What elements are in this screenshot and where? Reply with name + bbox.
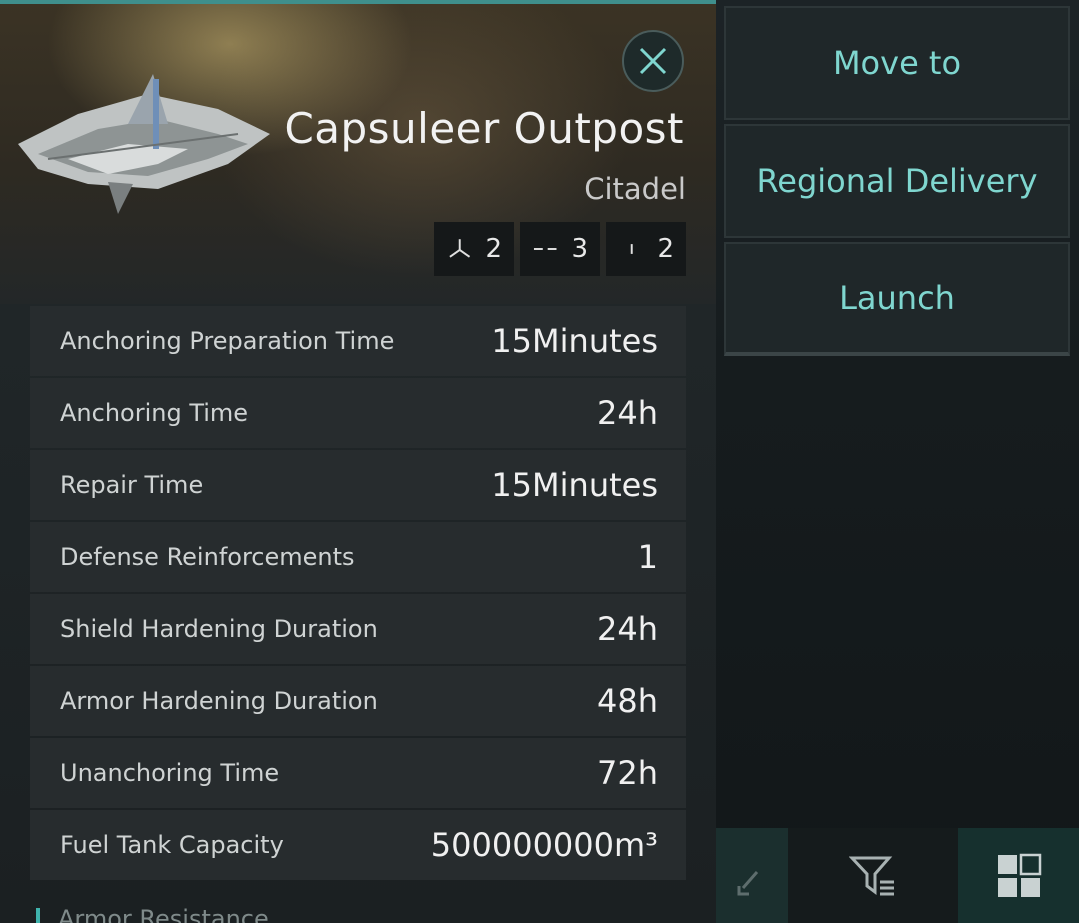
bottom-toolbar — [716, 828, 1079, 923]
launch-button[interactable]: Launch — [724, 242, 1070, 356]
attribute-row: Anchoring Preparation Time 15Minutes — [30, 306, 686, 376]
attribute-value: 72h — [597, 754, 658, 792]
edit-icon — [737, 870, 759, 895]
attribute-row: Unanchoring Time 72h — [30, 738, 686, 808]
attribute-row: Armor Hardening Duration 48h — [30, 666, 686, 736]
attribute-label: Unanchoring Time — [60, 759, 280, 787]
attribute-label: Anchoring Time — [60, 399, 249, 427]
move-to-button[interactable]: Move to — [724, 6, 1070, 120]
attribute-row: Anchoring Time 24h — [30, 378, 686, 448]
attribute-label: Defense Reinforcements — [60, 543, 355, 571]
close-icon — [639, 47, 667, 75]
attribute-row: Fuel Tank Capacity 500000000m³ — [30, 810, 686, 880]
slot-mid: 3 — [520, 222, 600, 276]
action-menu: Move to Regional Delivery Launch — [724, 6, 1070, 356]
item-category: Citadel — [584, 172, 686, 206]
attribute-row: Shield Hardening Duration 24h — [30, 594, 686, 664]
attribute-value: 1 — [637, 538, 658, 576]
dash-line-icon — [533, 248, 557, 250]
grid-view-button[interactable] — [958, 828, 1079, 923]
item-info-panel: Capsuleer Outpost Citadel 2 3 2 Anchorin… — [0, 0, 716, 923]
attribute-label: Armor Hardening Duration — [60, 687, 378, 715]
item-title: Capsuleer Outpost — [284, 104, 684, 153]
attribute-value: 24h — [597, 610, 658, 648]
attribute-label: Repair Time — [60, 471, 204, 499]
section-header-armor-resistance[interactable]: Armor Resistance — [36, 904, 269, 923]
attribute-value: 48h — [597, 682, 658, 720]
filter-icon — [849, 856, 894, 895]
attribute-row: Defense Reinforcements 1 — [30, 522, 686, 592]
grid-icon — [997, 853, 1041, 897]
section-title: Armor Resistance — [58, 905, 269, 923]
single-bar-icon — [630, 244, 633, 254]
attribute-value: 24h — [597, 394, 658, 432]
tri-blade-icon — [449, 239, 471, 258]
outpost-image — [18, 74, 270, 214]
slot-high: 2 — [434, 222, 514, 276]
filter-button[interactable] — [788, 828, 958, 923]
slot-low-count: 2 — [657, 234, 674, 264]
toolbar-edit-button[interactable] — [716, 828, 788, 923]
slot-low: 2 — [606, 222, 686, 276]
close-button[interactable] — [622, 30, 684, 92]
attribute-value: 15Minutes — [491, 466, 658, 504]
slot-high-count: 2 — [485, 234, 502, 264]
item-hero-banner: Capsuleer Outpost Citadel 2 3 2 — [0, 4, 716, 304]
attribute-label: Anchoring Preparation Time — [60, 327, 395, 355]
attribute-list: Anchoring Preparation Time 15Minutes Anc… — [30, 306, 686, 880]
section-marker — [36, 908, 40, 923]
regional-delivery-button[interactable]: Regional Delivery — [724, 124, 1070, 238]
slot-mid-count: 3 — [571, 234, 588, 264]
attribute-label: Fuel Tank Capacity — [60, 831, 284, 859]
slot-summary: 2 3 2 — [434, 222, 686, 276]
attribute-label: Shield Hardening Duration — [60, 615, 378, 643]
attribute-row: Repair Time 15Minutes — [30, 450, 686, 520]
attribute-value: 500000000m³ — [430, 826, 658, 864]
attribute-value: 15Minutes — [491, 322, 658, 360]
